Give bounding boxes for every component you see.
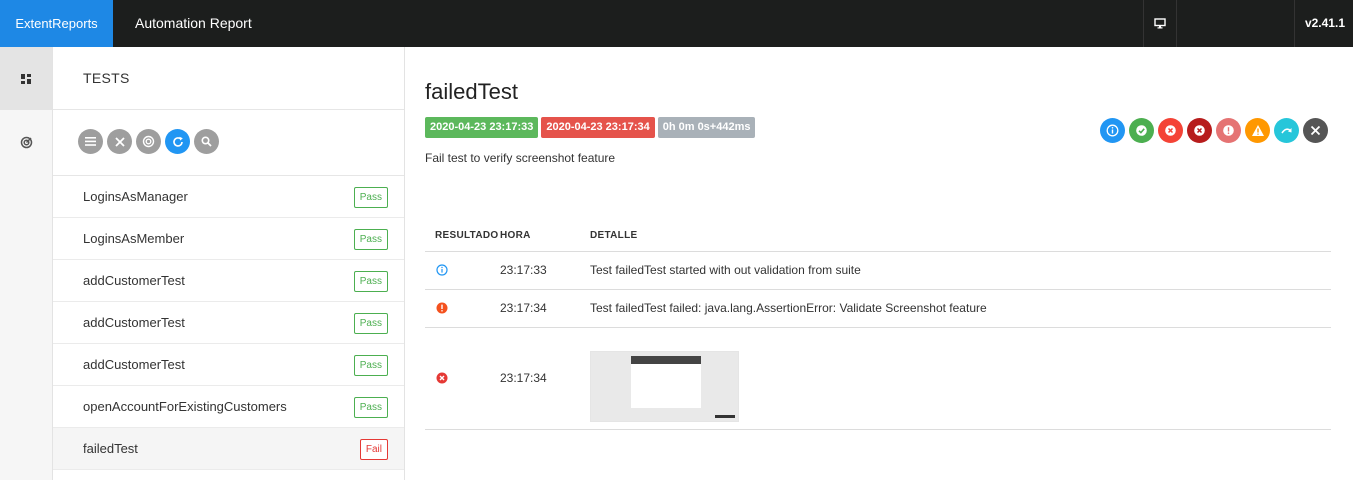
log-detail: Test failedTest started with out validat… — [590, 263, 861, 277]
tests-panel: TESTS LoginsAsManager Pass LoginsAsMembe… — [53, 47, 405, 480]
test-name: addCustomerTest — [83, 273, 185, 288]
test-list: LoginsAsManager Pass LoginsAsMember Pass… — [53, 176, 404, 470]
test-time-labels: 2020-04-23 23:17:33 2020-04-23 23:17:34 … — [425, 117, 756, 138]
nav-item-categories[interactable] — [0, 111, 52, 174]
log-status-icon — [436, 264, 448, 279]
test-name: addCustomerTest — [83, 357, 185, 372]
list-icon — [85, 137, 96, 146]
pass-filter-button[interactable] — [1129, 118, 1154, 143]
screenshot-page — [631, 356, 701, 408]
test-item[interactable]: addCustomerTest Pass — [53, 260, 404, 302]
test-name: failedTest — [83, 441, 138, 456]
screenshot-taskbar — [715, 415, 735, 418]
info-icon — [1106, 124, 1119, 137]
clear-filter-button[interactable] — [1303, 118, 1328, 143]
column-header-time: HORA — [500, 230, 531, 241]
fail-icon — [1165, 125, 1176, 136]
log-table-header: RESULTADO HORA DETALLE — [425, 217, 1331, 252]
log-status-icon — [436, 302, 448, 317]
status-badge: Pass — [353, 187, 388, 208]
column-header-status: RESULTADO — [435, 230, 499, 241]
start-time-label: 2020-04-23 23:17:33 — [425, 117, 539, 138]
log-row: 23:17:34 Test failedTest failed: java.la… — [425, 290, 1331, 328]
test-item[interactable]: LoginsAsMember Pass — [53, 218, 404, 260]
check-icon — [1136, 125, 1147, 136]
fatal-icon — [1194, 125, 1205, 136]
test-name: openAccountForExistingCustomers — [83, 399, 287, 414]
column-header-detail: DETALLE — [590, 230, 638, 241]
status-filter-bar — [1100, 118, 1328, 143]
log-time: 23:17:34 — [500, 301, 547, 315]
log-row: 23:17:34 — [425, 328, 1331, 430]
error-filter-button[interactable] — [1216, 118, 1241, 143]
skip-filter-button[interactable] — [1274, 118, 1299, 143]
version-label: v2.41.1 — [1304, 16, 1345, 30]
log-status-icon — [436, 372, 448, 387]
monitor-icon — [1154, 18, 1166, 29]
tests-toolbar — [53, 110, 404, 176]
test-name: addCustomerTest — [83, 315, 185, 330]
test-item[interactable]: addCustomerTest Pass — [53, 344, 404, 386]
error-icon — [1223, 125, 1234, 136]
status-badge: Pass — [353, 355, 388, 376]
close-icon — [114, 136, 125, 147]
refresh-icon — [172, 136, 183, 147]
fatal-filter-button[interactable] — [1187, 118, 1212, 143]
list-button[interactable] — [78, 129, 103, 154]
log-table: RESULTADO HORA DETALLE 23:17:33 Test fai… — [425, 217, 1331, 430]
end-time-label: 2020-04-23 23:17:34 — [541, 117, 655, 138]
log-row: 23:17:33 Test failedTest started with ou… — [425, 252, 1331, 290]
category-filter-button[interactable] — [136, 129, 161, 154]
status-badge: Pass — [353, 271, 388, 292]
warning-filter-button[interactable] — [1245, 118, 1270, 143]
report-name: Automation Report — [135, 15, 252, 31]
status-badge: Pass — [353, 397, 388, 418]
test-description: Fail test to verify screenshot feature — [425, 151, 616, 165]
search-button[interactable] — [194, 129, 219, 154]
test-item[interactable]: LoginsAsManager Pass — [53, 176, 404, 218]
version-box: v2.41.1 — [1294, 0, 1353, 47]
log-time: 23:17:34 — [500, 371, 547, 385]
test-name: LoginsAsMember — [83, 231, 185, 246]
test-name: LoginsAsManager — [83, 189, 188, 204]
screenshot-thumbnail[interactable] — [590, 351, 739, 422]
status-badge: Fail — [359, 439, 388, 460]
fail-filter-button[interactable] — [1158, 118, 1183, 143]
log-detail: Test failedTest failed: java.lang.Assert… — [590, 301, 987, 315]
error-icon — [436, 302, 448, 314]
monitor-button[interactable] — [1143, 0, 1177, 47]
info-filter-button[interactable] — [1100, 118, 1125, 143]
top-bar: ExtentReports Automation Report v2.41.1 — [0, 0, 1353, 47]
target-icon — [20, 136, 32, 149]
test-detail: failedTest 2020-04-23 23:17:33 2020-04-2… — [406, 47, 1353, 480]
target-icon — [142, 135, 155, 148]
clear-filter-button[interactable] — [107, 129, 132, 154]
search-icon — [201, 136, 212, 147]
screenshot-header-bar — [631, 356, 701, 364]
nav-item-dashboard[interactable] — [0, 47, 52, 110]
tests-panel-title: TESTS — [53, 47, 404, 110]
fail-icon — [436, 372, 448, 384]
test-title: failedTest — [425, 79, 518, 104]
clear-icon — [1310, 125, 1321, 136]
status-badge: Pass — [353, 313, 388, 334]
test-item[interactable]: addCustomerTest Pass — [53, 302, 404, 344]
dashboard-grid-icon — [21, 73, 31, 84]
status-badge: Pass — [353, 229, 388, 250]
test-item[interactable]: failedTest Fail — [53, 428, 404, 470]
skip-icon — [1281, 128, 1292, 134]
duration-label: 0h 0m 0s+442ms — [657, 117, 756, 138]
log-time: 23:17:33 — [500, 263, 547, 277]
test-item[interactable]: openAccountForExistingCustomers Pass — [53, 386, 404, 428]
info-icon — [436, 264, 448, 276]
refresh-button[interactable] — [165, 129, 190, 154]
left-nav — [0, 47, 53, 480]
brand-logo[interactable]: ExtentReports — [0, 0, 113, 47]
warning-icon — [1251, 125, 1264, 136]
